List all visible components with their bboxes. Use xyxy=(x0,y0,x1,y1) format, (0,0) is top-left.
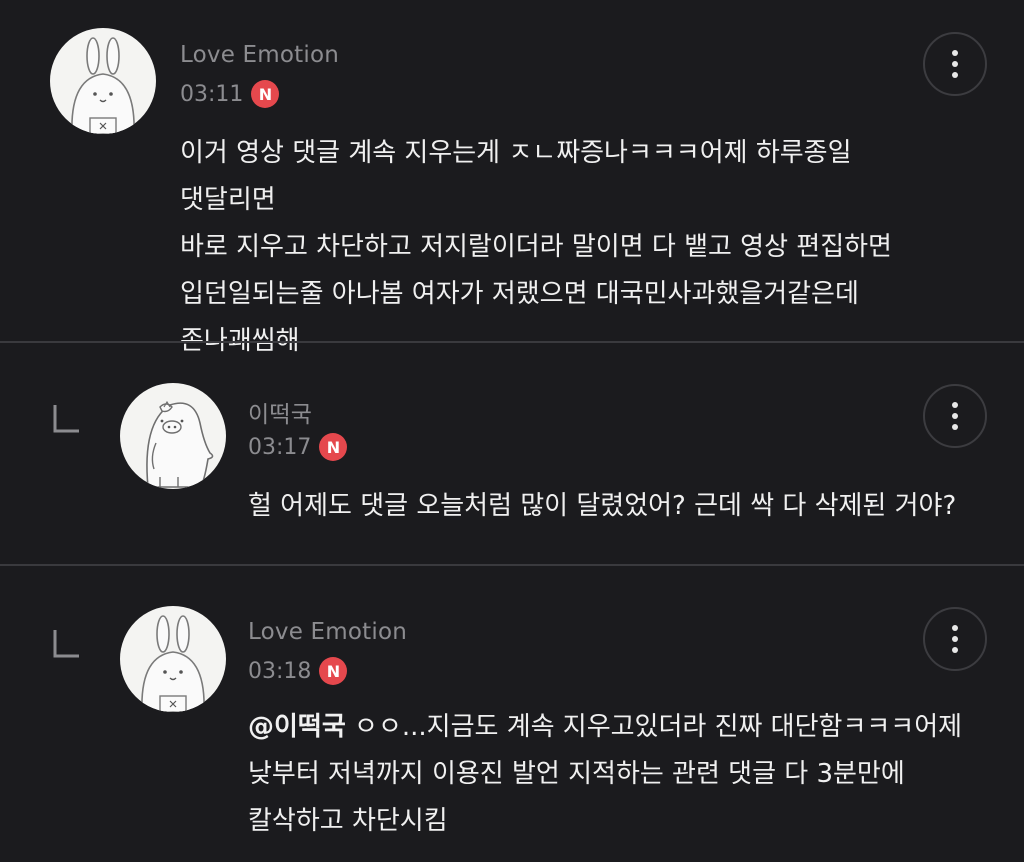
avatar[interactable] xyxy=(120,383,226,489)
more-vertical-icon xyxy=(952,402,958,408)
more-options-button[interactable] xyxy=(923,607,987,671)
comment-1: Love Emotion 03:11 N 이거 영상 댓글 계속 지우는게 ㅈㄴ… xyxy=(0,0,1024,356)
author-name[interactable]: Love Emotion xyxy=(248,619,407,645)
author-name[interactable]: 이떡국 xyxy=(248,395,312,429)
timestamp: 03:17 N xyxy=(248,433,348,461)
avatar[interactable] xyxy=(50,28,156,134)
rabbit-icon xyxy=(141,615,205,712)
comment-text: 헐 어제도 댓글 오늘처럼 많이 달렸었어? 근데 싹 다 삭제된 거야? xyxy=(248,491,957,521)
mention-link[interactable]: @이떡국 xyxy=(248,712,346,742)
new-badge: N xyxy=(319,433,348,461)
time-text: 03:17 xyxy=(248,434,312,460)
more-options-button[interactable] xyxy=(923,384,987,448)
new-badge: N xyxy=(251,80,280,108)
timestamp: 03:11 N xyxy=(180,80,280,108)
reply-corner-icon xyxy=(53,630,79,658)
comment-text: @이떡국 ㅇㅇ...지금도 계속 지우고있더라 진짜 대단함ㅋㅋㅋ어제 낮부터 … xyxy=(248,704,988,845)
comment-text: 이거 영상 댓글 계속 지우는게 ㅈㄴ짜증나ㅋㅋㅋ어제 하루종일 댓달리면 바로… xyxy=(180,138,892,356)
rabbit-icon xyxy=(71,37,135,134)
more-vertical-icon xyxy=(952,625,958,631)
author-name[interactable]: Love Emotion xyxy=(180,42,339,68)
reply-corner-icon xyxy=(53,405,79,433)
timestamp: 03:18 N xyxy=(248,657,348,685)
more-options-button[interactable] xyxy=(923,32,987,96)
penguin-pig-icon xyxy=(146,400,214,488)
time-text: 03:11 xyxy=(180,81,244,107)
avatar[interactable] xyxy=(120,606,226,712)
comment-2-reply: 이떡국 03:17 N 헐 어제도 댓글 오늘처럼 많이 달렸었어? 근데 싹 … xyxy=(0,343,1024,565)
more-vertical-icon xyxy=(952,50,958,56)
comment-text-body: ㅇㅇ...지금도 계속 지우고있더라 진짜 대단함ㅋㅋㅋ어제 낮부터 저녁까지 … xyxy=(248,712,963,836)
new-badge: N xyxy=(319,657,348,685)
time-text: 03:18 xyxy=(248,658,312,684)
comment-3-reply: Love Emotion 03:18 N @이떡국 ㅇㅇ...지금도 계속 지우… xyxy=(0,566,1024,862)
